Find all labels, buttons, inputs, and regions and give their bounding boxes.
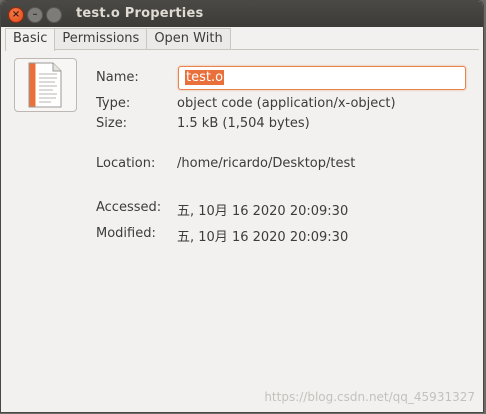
type-value: object code (application/x-object) — [177, 96, 396, 111]
name-field-value[interactable]: test.o — [185, 70, 225, 85]
tab-open-with[interactable]: Open With — [146, 28, 231, 49]
modified-value: 五, 10月 16 2020 20:09:30 — [177, 230, 349, 245]
size-label: Size: — [96, 116, 128, 131]
tab-permissions[interactable]: Permissions — [54, 28, 148, 49]
properties-window: × – test.o Properties Basic Permissions … — [0, 0, 484, 413]
minimize-icon: – — [32, 9, 38, 20]
tab-bar: Basic Permissions Open With — [5, 28, 479, 51]
location-value: /home/ricardo/Desktop/test — [177, 156, 356, 171]
text-file-icon — [28, 62, 62, 108]
title-bar[interactable]: × – test.o Properties — [1, 1, 483, 27]
close-icon: × — [11, 9, 21, 20]
watermark-text: https://blog.csdn.net/qq_45931327 — [264, 390, 475, 404]
location-label: Location: — [96, 156, 156, 171]
window-title: test.o Properties — [76, 6, 204, 21]
accessed-label: Accessed: — [96, 200, 162, 215]
name-field[interactable]: test.o — [178, 66, 466, 90]
size-value: 1.5 kB (1,504 bytes) — [177, 116, 310, 131]
type-label: Type: — [96, 96, 131, 111]
tab-basic[interactable]: Basic — [5, 28, 56, 51]
accessed-value: 五, 10月 16 2020 20:09:30 — [177, 204, 349, 219]
modified-label: Modified: — [96, 226, 156, 241]
basic-tab-panel: Name: test.o Type: object code (applicat… — [1, 50, 483, 412]
close-window-button[interactable]: × — [8, 7, 24, 23]
maximize-window-button[interactable] — [46, 7, 62, 23]
file-icon-button[interactable] — [14, 58, 77, 112]
minimize-window-button[interactable]: – — [27, 7, 43, 23]
name-label: Name: — [96, 70, 139, 85]
